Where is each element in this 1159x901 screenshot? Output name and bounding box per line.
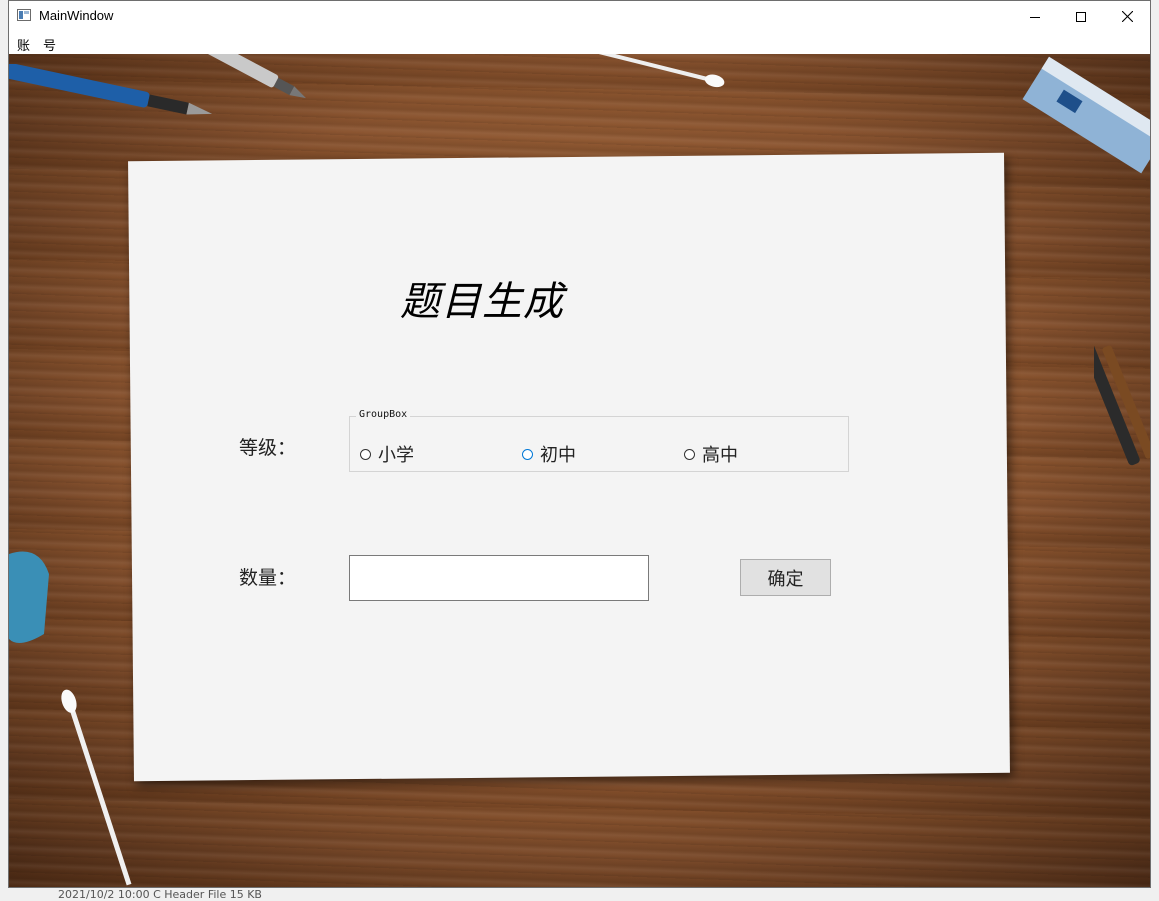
main-window: MainWindow 账号 题目生成 等级： GroupBox 小学 初中 高中… <box>8 0 1151 888</box>
menu-bar: 账号 <box>9 32 1150 54</box>
level-label: 等级： <box>239 437 297 459</box>
radio-high-school[interactable]: 高中 <box>684 441 738 467</box>
radio-circle-icon <box>684 448 695 460</box>
confirm-button[interactable]: 确定 <box>740 559 831 596</box>
pen-decoration-icon <box>194 54 306 99</box>
window-title: MainWindow <box>39 8 114 23</box>
menu-account[interactable]: 账号 <box>17 35 69 54</box>
maximize-icon <box>1076 11 1086 22</box>
pencils-right-icon <box>1094 342 1150 466</box>
cotton-swab-top-icon <box>581 54 725 88</box>
radio-label: 高中 <box>702 445 738 466</box>
minimize-icon <box>1030 16 1040 18</box>
lead-box-icon <box>1022 56 1150 174</box>
minimize-button[interactable] <box>1012 1 1058 32</box>
radio-circle-icon <box>360 448 371 460</box>
groupbox-title: GroupBox <box>356 409 411 420</box>
radio-circle-icon <box>522 448 533 460</box>
quantity-input[interactable] <box>349 555 649 601</box>
radio-label: 小学 <box>378 445 414 466</box>
maximize-button[interactable] <box>1058 1 1104 32</box>
eraser-decoration-icon <box>9 551 49 643</box>
close-icon <box>1121 11 1133 22</box>
quantity-label: 数量： <box>239 567 297 589</box>
radio-label: 初中 <box>540 445 576 466</box>
background-file-info: 2021/10/2 10:00 C Header File 15 KB <box>58 888 262 901</box>
app-window-icon <box>17 9 31 21</box>
page-title: 题目生成 <box>400 279 564 325</box>
radio-primary-school[interactable]: 小学 <box>360 441 414 467</box>
close-button[interactable] <box>1104 1 1150 32</box>
level-groupbox: GroupBox 小学 初中 高中 <box>349 409 849 472</box>
radio-middle-school[interactable]: 初中 <box>522 441 576 467</box>
title-bar[interactable]: MainWindow <box>9 1 1150 32</box>
